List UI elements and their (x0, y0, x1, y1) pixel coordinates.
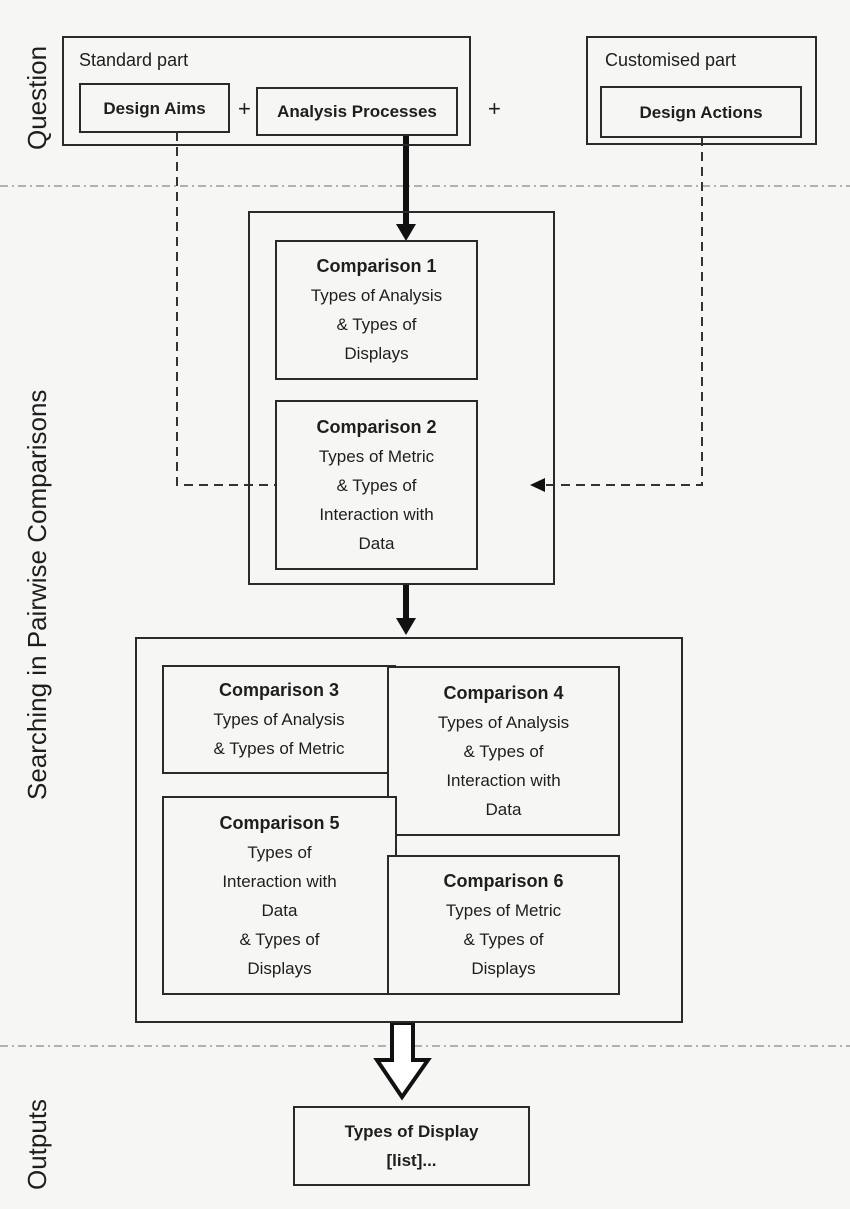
comparison-1-line: Displays (344, 344, 409, 363)
comparison-2-box: Comparison 2 Types of Metric & Types of … (275, 400, 478, 570)
section-label-question: Question (22, 45, 52, 150)
analysis-processes-label: Analysis Processes (277, 102, 437, 121)
comparison-1-title: Comparison 1 (316, 256, 437, 276)
comparison-4-title: Comparison 4 (443, 682, 564, 703)
hollow-arrow-to-output (373, 1021, 432, 1101)
comparison-1-line: Types of Analysis (310, 286, 443, 305)
design-aims-label: Design Aims (103, 98, 206, 118)
design-aims-box: Design Aims (79, 83, 230, 133)
connectors-layer (0, 132, 850, 1101)
output-list: [list]... (386, 1151, 437, 1170)
comparison-2-line: & Types of (336, 475, 417, 495)
comparison-6-line: Types of Metric (445, 901, 562, 920)
customised-part-label: Customised part (605, 50, 737, 70)
output-title: Types of Display (344, 1122, 479, 1141)
comparison-3-box: Comparison 3 Types of Analysis & Types o… (162, 665, 396, 774)
comparison-5-line: & Types of (239, 929, 320, 949)
comparison-2-title: Comparison 2 (316, 416, 437, 437)
comparison-4-line: & Types of (463, 741, 544, 761)
dashed-actions-to-comp2 (545, 137, 703, 486)
comparison-5-line: Interaction with (222, 871, 337, 891)
comparison-4-line: Data (485, 799, 522, 819)
plus-sign: + (238, 96, 251, 121)
arrowhead-lower (396, 618, 416, 635)
analysis-processes-box: Analysis Processes (256, 87, 458, 136)
comparison-4-line: Interaction with (446, 770, 561, 790)
comparison-5-box: Comparison 5 Types of Interaction with D… (162, 796, 397, 995)
comparison-6-line: Displays (471, 959, 536, 978)
comparison-5-title: Comparison 5 (219, 812, 340, 833)
comparison-3-line: Types of Analysis (213, 710, 345, 729)
comparison-5-line: Types of (247, 842, 312, 862)
comparison-2-line: Interaction with (319, 504, 434, 524)
plus-sign: + (488, 96, 501, 121)
standard-part-label: Standard part (79, 50, 189, 70)
section-label-search: Searching in Pairwise Comparisons (22, 389, 52, 800)
comparison-1-box: Comparison 1 Types of Analysis & Types o… (275, 240, 478, 380)
design-actions-box: Design Actions (600, 86, 802, 138)
section-label-outputs: Outputs (22, 1098, 52, 1190)
comparison-6-box: Comparison 6 Types of Metric & Types of … (387, 855, 620, 995)
comparison-6-line: & Types of (463, 930, 544, 949)
design-actions-label: Design Actions (639, 102, 763, 122)
comparison-2-line: Data (358, 533, 395, 553)
comparison-5-line: Displays (247, 958, 312, 978)
output-box: Types of Display [list]... (293, 1106, 530, 1186)
comparison-3-title: Comparison 3 (218, 680, 340, 700)
comparison-6-title: Comparison 6 (443, 871, 564, 891)
comparison-5-line: Data (261, 900, 298, 920)
comparison-4-box: Comparison 4 Types of Analysis & Types o… (387, 666, 620, 836)
comparison-1-line: & Types of (336, 315, 417, 334)
comparison-2-line: Types of Metric (318, 446, 435, 466)
comparison-3-line: & Types of Metric (213, 739, 345, 758)
comparison-4-line: Types of Analysis (437, 712, 570, 732)
